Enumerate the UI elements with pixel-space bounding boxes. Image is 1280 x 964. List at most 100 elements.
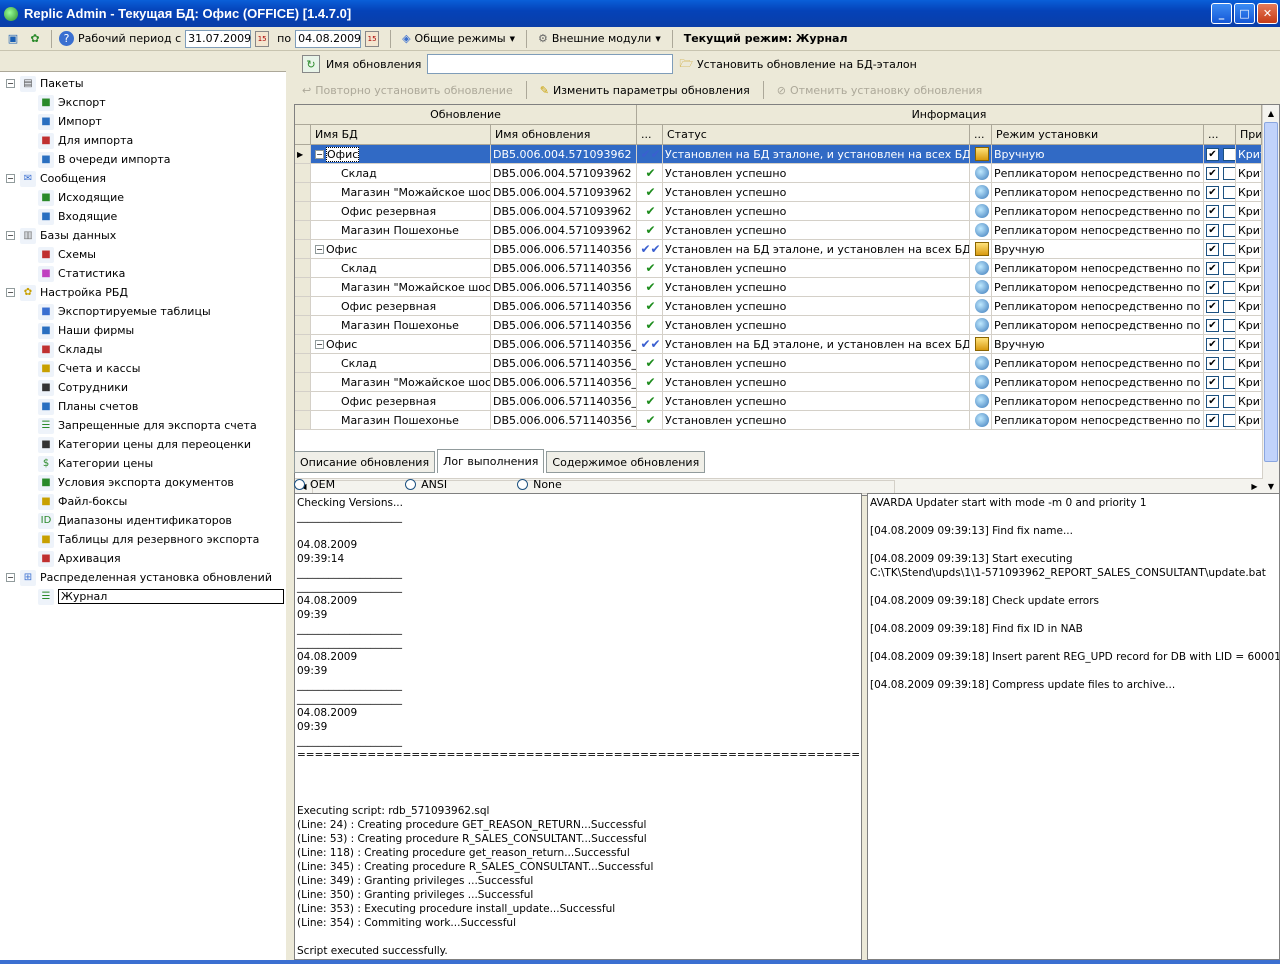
change-params-button[interactable]: ✎ Изменить параметры обновления [540,84,750,97]
install-update-button[interactable]: 🗁 Установить обновление на БД-эталон [679,55,916,74]
row-checkbox-unchecked[interactable] [1223,204,1235,218]
cancel-install-button[interactable]: ⊘ Отменить установку обновления [777,84,983,97]
row-checkbox-unchecked[interactable] [1223,261,1235,275]
tree-collapse-toggle[interactable]: − [6,174,15,183]
table-row[interactable]: Склад DB5.006.006.571140356 ✔ Установлен ус… [295,259,1279,278]
minimize-button[interactable]: _ [1211,3,1232,24]
row-checkbox-unchecked[interactable] [1223,356,1235,370]
execution-log[interactable]: Checking Versions... ____________________… [294,493,862,960]
connect-icon[interactable]: ▣ [4,30,22,48]
sidebar-item[interactable]: ■ Категории цены для переоценки [38,435,251,454]
sidebar-item[interactable]: ■ Схемы [38,245,96,264]
row-checkbox-unchecked[interactable] [1223,223,1235,237]
row-checkbox-checked[interactable]: ✔ [1206,261,1219,275]
column-header-dots3[interactable]: ... [1204,125,1236,145]
row-checkbox-unchecked[interactable] [1223,280,1235,294]
sidebar-item[interactable]: ■ Сотрудники [38,378,128,397]
column-header-update-name[interactable]: Имя обновления [491,125,637,145]
sidebar-item[interactable]: ✉ Сообщения [20,169,106,188]
row-checkbox-checked[interactable]: ✔ [1206,185,1219,199]
sidebar-item[interactable]: ■ В очереди импорта [38,150,171,169]
common-modes-dropdown[interactable]: ◈ Общие режимы ▼ [398,32,519,45]
row-checkbox-checked[interactable]: ✔ [1206,166,1219,180]
sidebar-item[interactable]: ■ Условия экспорта документов [38,473,234,492]
table-row[interactable]: Магазин "Можайское шоссе"DB5.006.004.571… [295,183,1279,202]
date-from-field[interactable]: 31.07.2009 [185,29,252,48]
sidebar-item[interactable]: ■ Счета и кассы [38,359,140,378]
maximize-button[interactable]: □ [1234,3,1255,24]
row-checkbox-unchecked[interactable] [1223,242,1235,256]
table-row[interactable]: − Офис DB5.006.006.571140356_1 ✔✔ Установлен… [295,335,1279,354]
row-collapse-toggle[interactable]: − [315,339,324,349]
sidebar-item[interactable]: ■ Экспортируемые таблицы [38,302,211,321]
encoding-radio[interactable]: None [517,478,562,491]
row-checkbox-unchecked[interactable] [1223,337,1235,351]
sidebar-item[interactable]: ✿ Настройка РБД [20,283,128,302]
tree-collapse-toggle[interactable]: − [6,231,15,240]
refresh-icon[interactable]: ↻ [302,55,320,73]
row-collapse-toggle[interactable]: − [315,149,324,159]
sidebar-item[interactable]: ■ Импорт [38,112,102,131]
details-tab[interactable]: Описание обновления [294,451,436,473]
column-header-status[interactable]: Статус [663,125,970,145]
table-row[interactable]: Склад DB5.006.004.571093962 ✔ Установлен ус… [295,164,1279,183]
table-row[interactable]: Магазин "Можайское шоссе"DB5.006.006.571… [295,373,1279,392]
sidebar-item[interactable]: ■ Экспорт [38,93,106,112]
updater-log[interactable]: AVARDA Updater start with mode -m 0 and … [867,493,1280,960]
sidebar-item[interactable]: ☰ Запрещенные для экспорта счета [38,416,257,435]
row-checkbox-unchecked[interactable] [1223,318,1235,332]
row-checkbox-checked[interactable]: ✔ [1206,375,1219,389]
table-row[interactable]: Магазин Пошехонье DB5.006.004.571093962 ✔ У… [295,221,1279,240]
sidebar-item[interactable]: ■ Для импорта [38,131,133,150]
row-checkbox-unchecked[interactable] [1223,147,1235,161]
row-checkbox-checked[interactable]: ✔ [1206,318,1219,332]
sidebar-item[interactable]: ▤ Пакеты [20,74,84,93]
sidebar-item[interactable]: ■ Файл-боксы [38,492,127,511]
vertical-scroll-thumb[interactable] [1264,122,1278,462]
row-checkbox-checked[interactable]: ✔ [1206,394,1219,408]
scroll-up-icon[interactable]: ▲ [1263,105,1279,122]
sidebar-item[interactable]: ■ Склады [38,340,102,359]
updates-grid[interactable]: Обновление Информация Имя БД Имя обновле… [294,104,1280,496]
close-button[interactable]: ✕ [1257,3,1278,24]
encoding-radio[interactable]: OEM [294,478,335,491]
tree-collapse-toggle[interactable]: − [6,79,15,88]
row-checkbox-checked[interactable]: ✔ [1206,223,1219,237]
row-checkbox-unchecked[interactable] [1223,375,1235,389]
row-checkbox-unchecked[interactable] [1223,413,1235,427]
reinstall-button[interactable]: ↩ Повторно установить обновление [302,84,513,97]
row-checkbox-checked[interactable]: ✔ [1206,280,1219,294]
sidebar-item[interactable]: $ Категории цены [38,454,153,473]
sidebar-item[interactable]: ■ Архивация [38,549,121,568]
sidebar-item[interactable]: ■ Исходящие [38,188,124,207]
calendar-icon[interactable]: 15 [255,30,270,47]
column-header-dots1[interactable]: ... [637,125,663,145]
details-tab[interactable]: Содержимое обновления [546,451,706,473]
settings-icon[interactable]: ✿ [26,30,44,48]
tree-collapse-toggle[interactable]: − [6,573,15,582]
update-name-input[interactable] [427,54,674,74]
tree-collapse-toggle[interactable]: − [6,288,15,297]
help-icon[interactable]: ? [59,31,74,46]
table-row[interactable]: Офис резервная DB5.006.006.571140356_1 ✔ Ус… [295,392,1279,411]
row-checkbox-checked[interactable]: ✔ [1206,147,1219,161]
table-row[interactable]: ▶ − Офис DB5.006.004.571093962 ✔✔ Установлен … [295,145,1279,164]
column-header-db[interactable]: Имя БД [311,125,491,145]
table-row[interactable]: Магазин "Можайское шоссе"DB5.006.006.571… [295,278,1279,297]
table-row[interactable]: − Офис DB5.006.006.571140356 ✔✔ Установлен н… [295,240,1279,259]
column-header-mode[interactable]: Режим установки [992,125,1204,145]
vertical-scrollbar[interactable]: ▲ ▼ [1262,105,1279,495]
date-to-field[interactable]: 04.08.2009 [295,29,362,48]
sidebar-item[interactable]: ■ Таблицы для резервного экспорта [38,530,259,549]
calendar-icon[interactable]: 15 [365,30,380,47]
row-checkbox-checked[interactable]: ✔ [1206,356,1219,370]
row-checkbox-unchecked[interactable] [1223,185,1235,199]
table-row[interactable]: Офис резервная DB5.006.004.571093962 ✔ Уста… [295,202,1279,221]
row-checkbox-unchecked[interactable] [1223,166,1235,180]
table-row[interactable]: Склад DB5.006.006.571140356_1 ✔ Установлен … [295,354,1279,373]
encoding-radio[interactable]: ANSI [405,478,447,491]
row-collapse-toggle[interactable]: − [315,244,324,254]
row-checkbox-checked[interactable]: ✔ [1206,299,1219,313]
table-row[interactable]: Офис резервная DB5.006.006.571140356 ✔ Уста… [295,297,1279,316]
row-checkbox-checked[interactable]: ✔ [1206,337,1219,351]
